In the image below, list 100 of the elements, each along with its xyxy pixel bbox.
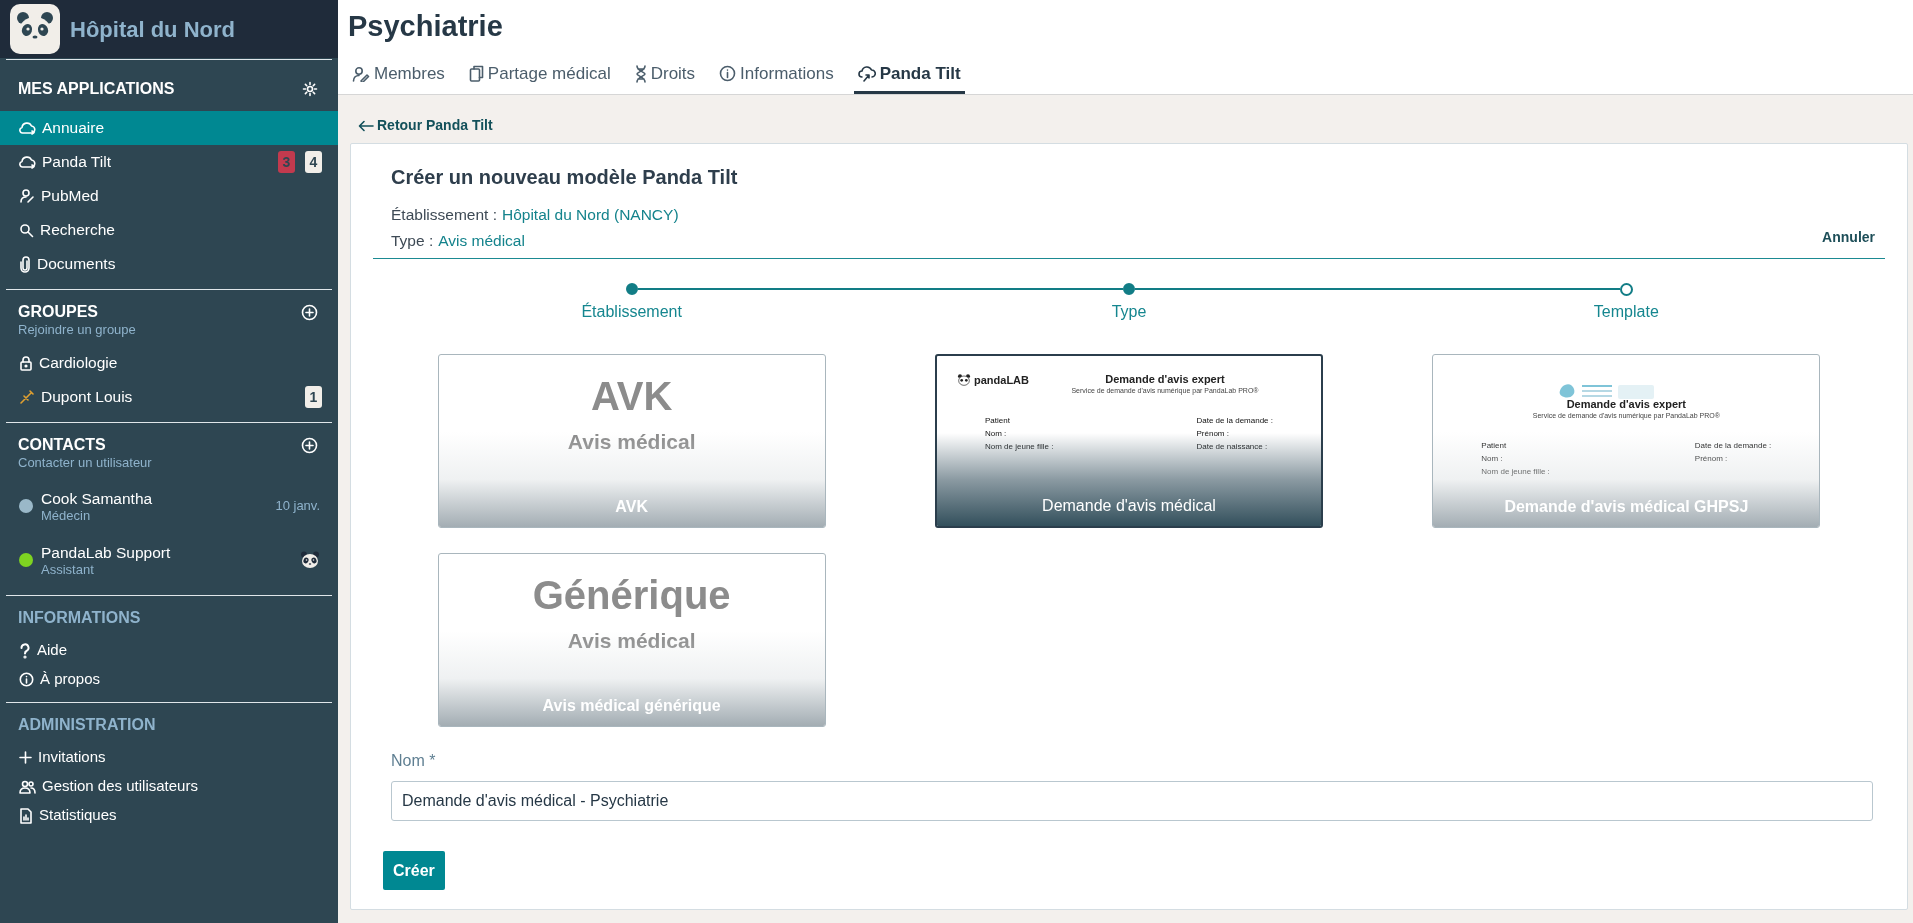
document-chart-icon <box>19 807 33 824</box>
panda-logo-icon <box>10 4 60 54</box>
contact-name: PandaLab Support <box>41 543 172 562</box>
sidebar-item[interactable]: Panda Tilt 3 4 <box>0 145 338 179</box>
document-field: Prénom : <box>1196 429 1273 439</box>
section-heading: CONTACTS <box>18 435 107 455</box>
sidebar-item[interactable]: Aide <box>0 636 338 665</box>
section-link[interactable]: Contacter un utilisateur <box>18 455 152 471</box>
lock-icon <box>19 355 33 371</box>
document-field: Patient <box>1481 441 1550 451</box>
sidebar-item[interactable]: Gestion des utilisateurs <box>0 772 338 801</box>
template-caption: Avis médical générique <box>542 696 721 716</box>
sidebar-item[interactable]: Recherche <box>0 213 338 247</box>
item-label: Documents <box>37 254 117 275</box>
document-field: Date de la demande : <box>1196 416 1273 426</box>
paperclip-icon <box>19 255 31 273</box>
add-circle-button[interactable] <box>301 437 318 454</box>
contact-item[interactable]: PandaLab Support Assistant <box>0 533 338 587</box>
document-field: Nom : <box>985 429 1054 439</box>
count-badge: 3 <box>278 151 295 173</box>
plus-icon <box>19 751 32 764</box>
item-label: Statistiques <box>39 805 118 826</box>
info-icon <box>19 672 34 687</box>
document-field: Nom : <box>1481 454 1550 464</box>
contact-name: Cook Samantha <box>41 489 154 508</box>
sidebar-item[interactable]: À propos <box>0 665 338 694</box>
item-label: Panda Tilt <box>42 152 112 173</box>
panda-logo-icon <box>957 374 971 387</box>
tab[interactable]: Droits <box>630 56 700 94</box>
create-button[interactable]: Créer <box>383 851 445 890</box>
document-field: Nom de jeune fille : <box>985 442 1054 452</box>
syringe-icon <box>19 389 35 405</box>
step-label: Type <box>1111 302 1147 322</box>
section-heading: ADMINISTRATION <box>18 715 156 735</box>
sidebar-item[interactable]: PubMed <box>0 179 338 213</box>
question-icon <box>19 642 31 659</box>
item-label: Recherche <box>40 220 116 241</box>
item-label: Cardiologie <box>39 353 119 374</box>
count-badge: 1 <box>305 386 322 408</box>
dna-icon <box>634 64 647 83</box>
organization-name: Hôpital du Nord <box>70 15 235 44</box>
copy-icon <box>468 65 484 82</box>
document-field: Date de la demande : <box>1694 441 1772 451</box>
contact-date: 10 janv. <box>275 497 320 516</box>
document-heading: Demande d'avis expert <box>1105 372 1225 386</box>
field-label: Type : <box>391 231 434 251</box>
section-heading: GROUPES <box>18 302 99 322</box>
item-label: Invitations <box>38 747 107 768</box>
contact-role: Médecin <box>41 508 92 523</box>
arrow-left-icon <box>358 119 374 132</box>
tab[interactable]: Membres <box>348 56 449 94</box>
field-value: Avis médical <box>438 231 525 251</box>
item-label: À propos <box>40 669 102 690</box>
template-caption: Demande d'avis médical <box>1042 496 1216 516</box>
document-field: Prénom : <box>1694 454 1772 464</box>
sidebar-item[interactable]: Documents <box>0 247 338 281</box>
info-icon <box>719 65 737 82</box>
cloud-icon <box>19 155 36 169</box>
sidebar-item[interactable]: Annuaire <box>0 111 338 145</box>
contact-item[interactable]: Cook Samantha Médecin 10 janv. <box>0 479 338 533</box>
page-title: Psychiatrie <box>348 9 504 44</box>
sidebar-item[interactable]: Cardiologie <box>0 346 338 380</box>
cloud-icon <box>19 121 36 135</box>
tab[interactable]: Informations <box>715 56 838 94</box>
step-label: Template <box>1593 302 1659 322</box>
count-badge: 4 <box>305 151 322 173</box>
template-title: Générique <box>532 572 731 618</box>
field-label: Établissement : <box>391 205 497 225</box>
section-heading: INFORMATIONS <box>18 608 141 628</box>
item-label: Gestion des utilisateurs <box>42 776 199 797</box>
document-field: Nom de jeune fille : <box>1481 467 1550 477</box>
section-link[interactable]: Rejoindre un groupe <box>18 322 136 338</box>
add-circle-button[interactable] <box>301 304 318 321</box>
item-label: Dupont Louis <box>41 387 134 408</box>
document-heading: Demande d'avis expert <box>1566 397 1686 411</box>
item-label: Aide <box>37 640 69 661</box>
item-label: PubMed <box>41 186 100 207</box>
document-field: Date de naissance : <box>1196 442 1273 452</box>
step-label: Établissement <box>581 301 682 322</box>
cancel-button[interactable]: Annuler <box>1822 227 1875 248</box>
settings-button[interactable] <box>302 81 318 97</box>
document-field: Patient <box>985 416 1054 426</box>
template-title: AVK <box>590 373 673 419</box>
person-icon <box>19 188 35 204</box>
section-heading: MES APPLICATIONS <box>18 79 175 99</box>
users-icon <box>19 779 36 794</box>
sidebar-item[interactable]: Invitations <box>0 743 338 772</box>
contact-role: Assistant <box>41 562 95 577</box>
sidebar-item[interactable]: Dupont Louis 1 <box>0 380 338 414</box>
item-label: Annuaire <box>42 118 106 139</box>
field-value: Hôpital du Nord (NANCY) <box>501 205 679 225</box>
template-caption: Demande d'avis médical GHPSJ <box>1504 497 1749 517</box>
name-input-field[interactable]: Demande d'avis médical - Psychiatrie <box>391 781 1873 821</box>
sidebar-item[interactable]: Statistiques <box>0 801 338 830</box>
logo-text: pandaLAB <box>974 373 1029 388</box>
template-subtitle: Avis médical <box>567 429 696 455</box>
tab[interactable]: Panda Tilt <box>853 56 965 94</box>
back-link[interactable]: Retour Panda Tilt <box>358 115 493 136</box>
tab[interactable]: Partage médical <box>464 56 615 94</box>
cloud-rocket-icon <box>857 65 876 82</box>
